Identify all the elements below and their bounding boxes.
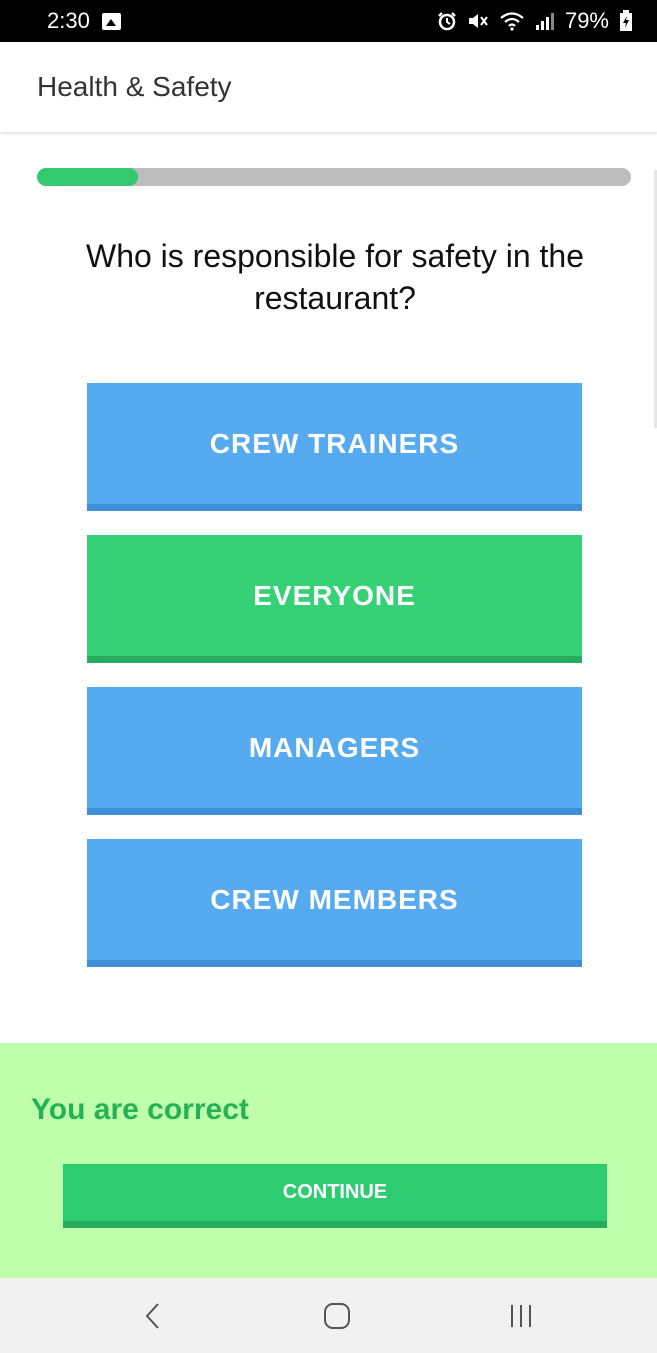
answer-managers-button[interactable]: MANAGERS [87,687,582,815]
continue-button[interactable]: CONTINUE [63,1164,607,1228]
status-time: 2:30 [47,8,90,33]
app-title: Health & Safety [37,71,232,102]
alarm-icon [438,12,456,31]
question-text: Who is responsible for safety in the res… [85,238,584,316]
wifi-icon [500,12,524,31]
signal-icon [535,13,554,30]
answer-label: CREW TRAINERS [209,427,460,459]
quiz-progress-fill [37,168,138,186]
nav-back-button[interactable] [113,1278,193,1353]
back-icon [145,1302,159,1329]
battery-percent: 79% [564,8,609,33]
battery-icon [620,10,632,31]
nav-recents-button[interactable] [481,1278,561,1353]
status-left: 2:30 [47,8,121,34]
answer-everyone-button[interactable]: EVERYONE [87,535,582,663]
continue-label: CONTINUE [282,1181,388,1203]
answer-crew-members-button[interactable]: CREW MEMBERS [87,839,582,967]
answer-label: MANAGERS [248,731,421,763]
feedback-panel: You are correct CONTINUE [0,1043,657,1278]
system-nav-bar [0,1278,657,1353]
home-icon [324,1302,350,1329]
nav-home-button[interactable] [297,1278,377,1353]
status-right: 79% [437,8,633,34]
app-bar: Health & Safety [0,42,657,132]
quiz-progress-bar [37,168,631,186]
gallery-notification-icon [101,12,121,30]
answer-label: EVERYONE [253,579,416,611]
answer-crew-trainers-button[interactable]: CREW TRAINERS [87,383,582,511]
recents-icon [511,1304,531,1327]
feedback-message: You are correct [31,1093,249,1126]
answer-label: CREW MEMBERS [210,883,459,915]
mute-icon [468,14,488,28]
status-bar: 2:30 79% [0,0,657,42]
